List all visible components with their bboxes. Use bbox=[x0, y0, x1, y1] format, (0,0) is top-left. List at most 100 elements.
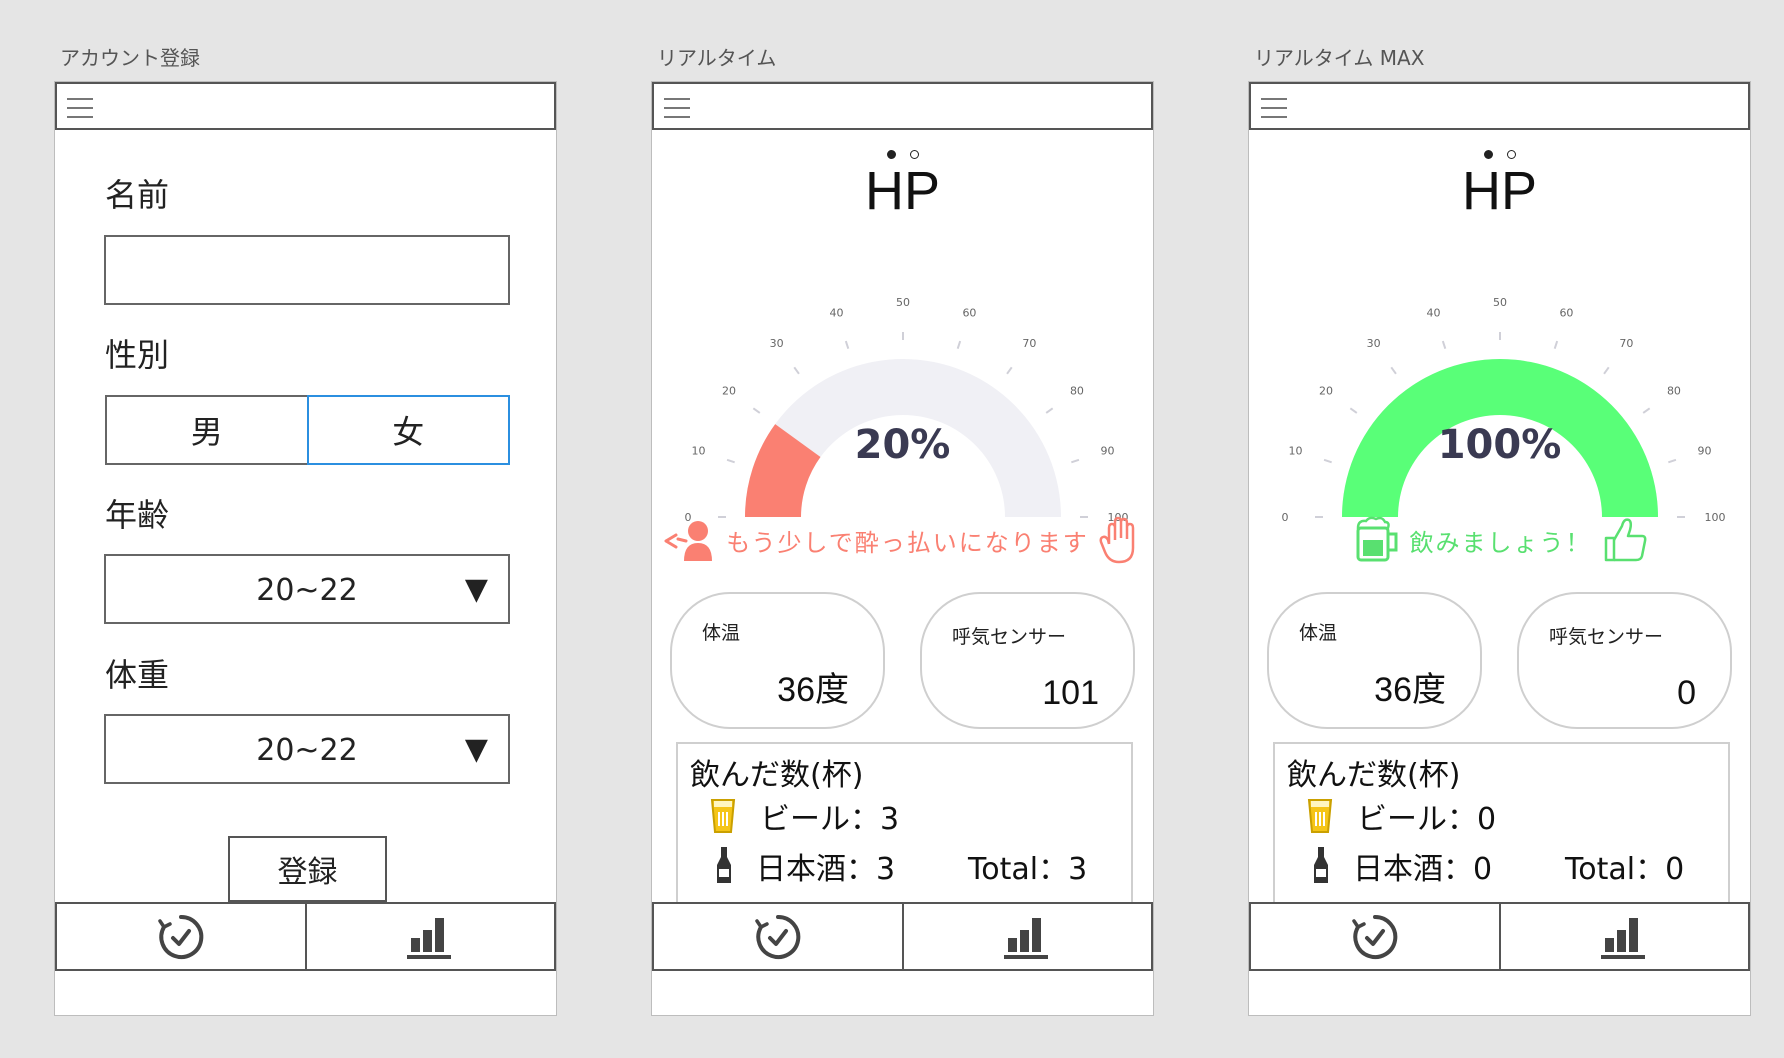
gender-label: 性別 bbox=[105, 336, 170, 374]
screen-label-account: アカウント登録 bbox=[60, 46, 200, 70]
gauge-tick-label: 70 bbox=[1619, 337, 1633, 350]
thumbs-up-icon bbox=[1604, 518, 1646, 562]
gauge-tick bbox=[1642, 407, 1651, 414]
body-temp-label: 体温 bbox=[702, 622, 741, 644]
weight-select-value: 20~22 bbox=[256, 733, 358, 768]
gauge-tick bbox=[956, 340, 962, 349]
beer-count: ビール：0 bbox=[1357, 802, 1497, 837]
gauge-tick-label: 50 bbox=[1493, 296, 1507, 309]
gauge-tick-label: 40 bbox=[830, 307, 844, 320]
body-temp-card: 体温 36度 bbox=[670, 592, 885, 729]
drink-count-title: 飲んだ数(杯) bbox=[1287, 758, 1461, 793]
hp-title: HP bbox=[1461, 161, 1537, 221]
weight-select[interactable]: 20~22 ▼ bbox=[104, 714, 510, 784]
drink-count-title: 飲んだ数(杯) bbox=[690, 758, 864, 793]
beer-mug-icon bbox=[1356, 516, 1397, 562]
hamburger-icon[interactable] bbox=[67, 98, 93, 118]
sake-bottle-icon bbox=[717, 847, 731, 883]
realtime-screen: HP 0 10 20 30 40 50 60 70 80 90 100 20% もう少しで酔っ払いに… bbox=[651, 81, 1154, 1016]
gauge-tick-label: 50 bbox=[896, 296, 910, 309]
screen-label-realtime-max: リアルタイム MAX bbox=[1254, 46, 1425, 70]
drink-count-panel: 飲んだ数(杯) ビール：3 日本酒：3 Total：3 bbox=[676, 742, 1133, 912]
tab-realtime[interactable] bbox=[654, 904, 902, 969]
beer-count: ビール：3 bbox=[760, 802, 900, 837]
gender-toggle: 男 女 bbox=[105, 395, 510, 465]
page-dot[interactable] bbox=[909, 150, 919, 159]
register-button[interactable]: 登録 bbox=[228, 836, 387, 902]
hp-percentage: 100% bbox=[1437, 422, 1562, 468]
gauge-tick bbox=[1553, 340, 1559, 349]
beer-glass-icon bbox=[710, 799, 736, 833]
gauge-tick-label: 60 bbox=[962, 307, 976, 320]
realtime-max-screen: HP 0 10 20 30 40 50 60 70 80 90 100 100% 飲みましょう！ 体… bbox=[1248, 81, 1751, 1016]
tab-realtime[interactable] bbox=[57, 904, 305, 969]
gender-female-button[interactable]: 女 bbox=[306, 395, 510, 465]
tab-stats[interactable] bbox=[1498, 904, 1749, 969]
breath-sensor-card: 呼気センサー 101 bbox=[920, 592, 1135, 729]
tab-stats[interactable] bbox=[901, 904, 1152, 969]
breath-sensor-label: 呼気センサー bbox=[952, 626, 1067, 648]
sake-bottle-icon bbox=[1314, 847, 1328, 883]
name-label: 名前 bbox=[105, 176, 170, 214]
status-text: もう少しで酔っ払いになります bbox=[726, 528, 1089, 557]
sake-count: 日本酒：0 bbox=[1353, 852, 1493, 887]
gauge-tick-label: 30 bbox=[770, 337, 784, 350]
age-label: 年齢 bbox=[105, 496, 170, 534]
bottom-nav bbox=[652, 902, 1153, 971]
screen-label-realtime: リアルタイム bbox=[657, 46, 777, 70]
chevron-down-icon: ▼ bbox=[464, 572, 488, 607]
hamburger-icon[interactable] bbox=[664, 98, 690, 118]
bar-chart-icon bbox=[407, 917, 452, 959]
total-count-row: Total：0 bbox=[1565, 844, 1684, 888]
gender-male-button[interactable]: 男 bbox=[105, 395, 307, 465]
hp-percentage: 20% bbox=[854, 422, 951, 468]
gauge-tick bbox=[1006, 366, 1013, 375]
body-temp-value: 36度 bbox=[777, 671, 849, 709]
chevron-down-icon: ▼ bbox=[464, 732, 488, 767]
sake-count-row: 日本酒：0 bbox=[1313, 844, 1492, 888]
gauge-tick-label: 40 bbox=[1427, 307, 1441, 320]
bottom-nav bbox=[1249, 902, 1750, 971]
timer-icon bbox=[1352, 914, 1398, 959]
total-count: Total：3 bbox=[968, 852, 1088, 887]
drink-count-panel: 飲んだ数(杯) ビール：0 日本酒：0 Total：0 bbox=[1273, 742, 1730, 912]
gauge-tick-label: 20 bbox=[1319, 385, 1333, 398]
gauge-tick bbox=[1603, 366, 1610, 375]
breath-sensor-value: 0 bbox=[1677, 674, 1696, 712]
bottom-nav bbox=[55, 902, 556, 971]
name-field[interactable] bbox=[104, 235, 510, 305]
gauge-tick bbox=[752, 407, 761, 414]
gauge-tick bbox=[1045, 407, 1054, 414]
body-temp-label: 体温 bbox=[1299, 622, 1338, 644]
bar-chart-icon bbox=[1004, 917, 1049, 959]
beer-glass-icon bbox=[1307, 799, 1333, 833]
sake-count-row: 日本酒：3 bbox=[716, 844, 895, 888]
body-temp-card: 体温 36度 bbox=[1267, 592, 1482, 729]
tab-realtime[interactable] bbox=[1251, 904, 1499, 969]
page-dot[interactable] bbox=[886, 150, 896, 159]
status-message: 飲みましょう！ bbox=[1249, 510, 1750, 570]
tab-stats[interactable] bbox=[304, 904, 555, 969]
gauge-tick-label: 80 bbox=[1070, 385, 1084, 398]
gauge-tick bbox=[793, 366, 800, 375]
gauge-tick-label: 30 bbox=[1367, 337, 1381, 350]
gauge-tick-label: 60 bbox=[1559, 307, 1573, 320]
age-select-value: 20~22 bbox=[256, 573, 358, 608]
age-select[interactable]: 20~22 ▼ bbox=[104, 554, 510, 624]
gauge-tick-label: 70 bbox=[1022, 337, 1036, 350]
gauge-tick-label: 20 bbox=[722, 385, 736, 398]
drunk-face-icon bbox=[664, 521, 713, 561]
gauge-tick bbox=[1441, 340, 1447, 349]
page-dot[interactable] bbox=[1483, 150, 1493, 159]
status-message: もう少しで酔っ払いになります bbox=[652, 510, 1153, 570]
sake-count: 日本酒：3 bbox=[756, 852, 896, 887]
bar-chart-icon bbox=[1601, 917, 1646, 959]
total-count-row: Total：3 bbox=[968, 844, 1087, 888]
breath-sensor-card: 呼気センサー 0 bbox=[1517, 592, 1732, 729]
top-bar bbox=[55, 82, 556, 130]
gauge-tick bbox=[1349, 407, 1358, 414]
breath-sensor-value: 101 bbox=[1042, 674, 1099, 712]
page-dot[interactable] bbox=[1506, 150, 1516, 159]
hamburger-icon[interactable] bbox=[1261, 98, 1287, 118]
timer-icon bbox=[158, 914, 204, 959]
